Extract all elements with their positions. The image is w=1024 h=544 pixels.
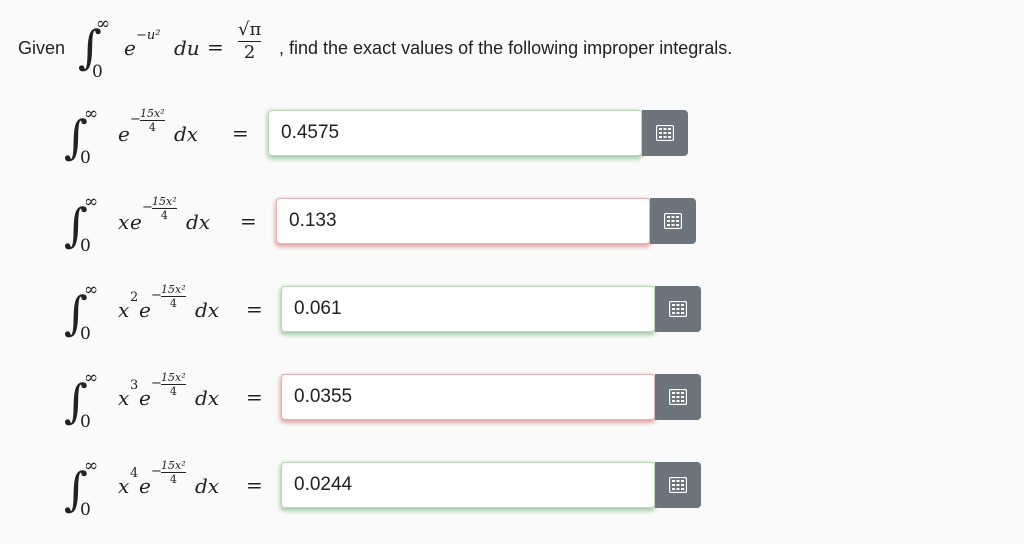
- equals-sign: =: [232, 121, 249, 145]
- integral-upper-limit: ∞: [84, 192, 99, 212]
- exponent-numerator: 15x²: [152, 195, 177, 208]
- integral-lower-limit: 0: [80, 500, 91, 520]
- integral-upper-limit: ∞: [84, 280, 99, 300]
- integral-upper-limit: ∞: [96, 14, 111, 34]
- integral-upper-limit: ∞: [84, 456, 99, 476]
- calculator-keypad-icon: [669, 477, 687, 493]
- integrand-prefix: x: [118, 386, 130, 410]
- fraction-denominator: 2: [243, 42, 256, 63]
- exponent-denominator: 4: [169, 385, 177, 398]
- equals-sign: =: [240, 209, 257, 233]
- differential: dx: [195, 474, 220, 498]
- integral-lower-limit: 0: [92, 62, 103, 82]
- answer-input[interactable]: [268, 110, 642, 156]
- equals-sign: =: [246, 473, 263, 497]
- differential: dx: [186, 210, 211, 234]
- integrand-prefix: x: [118, 210, 130, 234]
- exponent-denominator: 4: [160, 209, 168, 222]
- integrand-exponent: −u²: [136, 28, 161, 43]
- calculator-keypad-icon: [664, 213, 682, 229]
- math-keypad-button[interactable]: [642, 110, 688, 156]
- differential: dx: [195, 298, 220, 322]
- integrand-exp-base: e: [139, 298, 151, 322]
- calculator-keypad-icon: [656, 125, 674, 141]
- differential: du: [174, 36, 200, 60]
- answer-input[interactable]: [276, 198, 650, 244]
- exponent-denominator: 4: [169, 473, 177, 486]
- given-label: Given: [18, 38, 66, 58]
- differential: dx: [174, 122, 199, 146]
- math-keypad-button[interactable]: [650, 198, 696, 244]
- exponent-fraction: 15x² 4: [152, 196, 177, 221]
- math-keypad-button[interactable]: [655, 286, 701, 332]
- integral-lower-limit: 0: [80, 148, 91, 168]
- integral-lower-limit: 0: [80, 236, 91, 256]
- equals-sign: =: [207, 35, 224, 59]
- exponent-fraction: 15x² 4: [161, 460, 186, 485]
- exponent-fraction: 15x² 4: [161, 284, 186, 309]
- integrand-exp-base: e: [139, 474, 151, 498]
- exponent-numerator: 15x²: [140, 107, 165, 120]
- instruction-text: , find the exact values of the following…: [279, 38, 733, 58]
- exponent-denominator: 4: [148, 121, 156, 134]
- answer-input[interactable]: [281, 286, 655, 332]
- fraction-numerator: √π: [238, 19, 262, 40]
- exponent-numerator: 15x²: [161, 371, 186, 384]
- exponent-denominator: 4: [169, 297, 177, 310]
- integrand-power: 3: [130, 378, 139, 393]
- integrand-prefix: x: [118, 474, 130, 498]
- exponent-fraction: 15x² 4: [140, 108, 165, 133]
- equals-sign: =: [246, 297, 263, 321]
- calculator-keypad-icon: [669, 389, 687, 405]
- answer-input[interactable]: [281, 462, 655, 508]
- integral-lower-limit: 0: [80, 324, 91, 344]
- integrand-exp-base: e: [130, 210, 142, 234]
- math-keypad-button[interactable]: [655, 374, 701, 420]
- differential: dx: [195, 386, 220, 410]
- integrand-power: 2: [130, 290, 139, 305]
- integrand-prefix: x: [118, 298, 130, 322]
- integral-upper-limit: ∞: [84, 104, 99, 124]
- integral-upper-limit: ∞: [84, 368, 99, 388]
- math-keypad-button[interactable]: [655, 462, 701, 508]
- exponent-fraction: 15x² 4: [161, 372, 186, 397]
- answer-input[interactable]: [281, 374, 655, 420]
- integral-lower-limit: 0: [80, 412, 91, 432]
- sqrt-pi-over-2: √π 2: [238, 19, 262, 63]
- equals-sign: =: [246, 385, 263, 409]
- integrand-power: 4: [130, 466, 139, 481]
- exponent-numerator: 15x²: [161, 283, 186, 296]
- exponent-numerator: 15x²: [161, 459, 186, 472]
- integrand-exp-base: e: [118, 122, 130, 146]
- integrand-base: e: [124, 36, 136, 60]
- integrand-exp-base: e: [139, 386, 151, 410]
- calculator-keypad-icon: [669, 301, 687, 317]
